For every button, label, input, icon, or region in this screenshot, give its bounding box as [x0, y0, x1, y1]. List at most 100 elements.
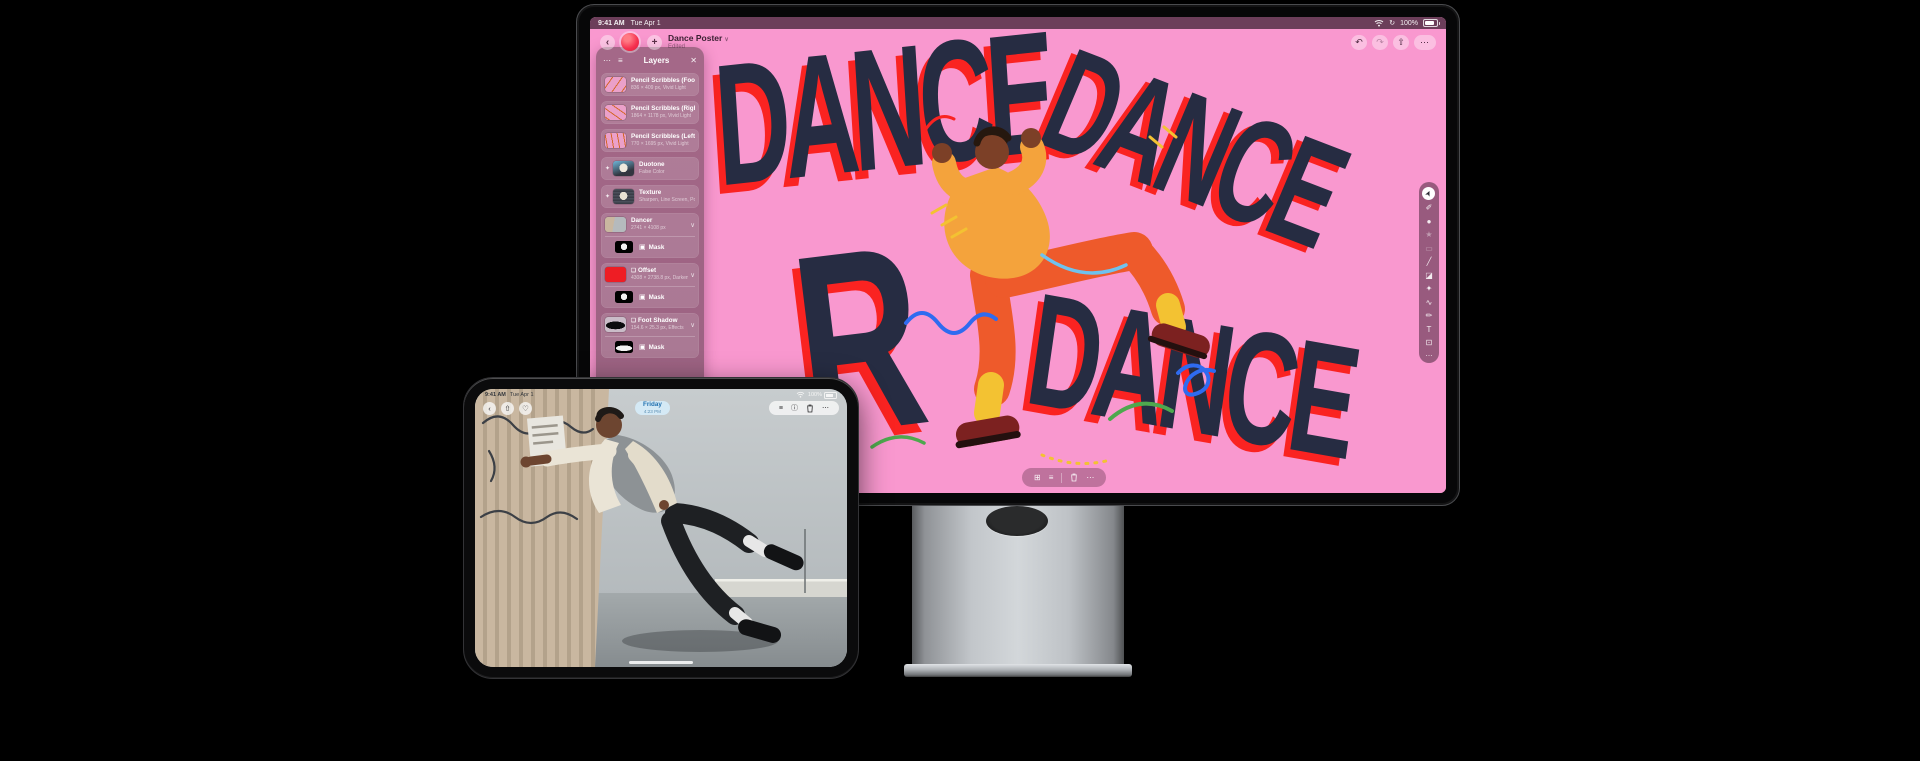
- share-button[interactable]: ⇧: [501, 402, 514, 415]
- more-icon[interactable]: ⋯: [1086, 473, 1094, 482]
- crop-tool[interactable]: ⊡: [1422, 336, 1436, 350]
- mask-row[interactable]: ▣ Mask: [605, 286, 695, 304]
- highlight-tool[interactable]: ✦: [1422, 282, 1436, 296]
- layer-name: Offset: [638, 267, 656, 274]
- more-button[interactable]: ⋯: [1414, 35, 1436, 50]
- layer-row[interactable]: Pencil Scribbles (Right) 1864 × 1178 px,…: [601, 101, 699, 124]
- new-document-button[interactable]: +: [647, 35, 662, 50]
- layer-row[interactable]: Pencil Scribbles (Left) 770 × 1695 px, V…: [601, 129, 699, 152]
- canvas-toolbar: ⊞ ≡ ⋯: [1022, 468, 1106, 487]
- layer-row[interactable]: ✦ Texture Sharpen, Line Screen, Post…: [601, 185, 699, 208]
- panel-more-icon[interactable]: ⋯: [603, 56, 611, 65]
- heart-icon: ♡: [522, 404, 529, 413]
- mask-label: Mask: [649, 294, 665, 301]
- layer-name: Pencil Scribbles (Right): [631, 105, 695, 112]
- share-button[interactable]: ⇧: [1393, 35, 1409, 50]
- layer-meta: 770 × 1695 px, Vivid Light: [631, 141, 695, 147]
- mask-thumbnail[interactable]: [615, 291, 633, 303]
- move-tool[interactable]: ➤: [1422, 187, 1435, 200]
- adjustments-icon[interactable]: ≡: [1049, 473, 1054, 482]
- document-title-group[interactable]: Dance Poster∨ Edited: [668, 34, 729, 50]
- clock-time: 9:41 AM: [598, 20, 625, 27]
- document-title: Dance Poster: [668, 33, 722, 43]
- layer-thumbnail[interactable]: [613, 161, 634, 176]
- display-stand-base: [904, 664, 1132, 677]
- chevron-down-icon[interactable]: ∨: [690, 221, 695, 229]
- group-icon: ❏: [631, 268, 636, 274]
- sync-icon: ↻: [1389, 19, 1395, 27]
- layer-row[interactable]: ✦ Duotone False Color: [601, 157, 699, 180]
- more-tools-icon[interactable]: ⋯: [1426, 350, 1433, 361]
- layer-row[interactable]: Pencil Scribbles (Foot) 836 × 409 px, Vi…: [601, 73, 699, 96]
- more-icon[interactable]: ⋯: [822, 404, 829, 412]
- group-icon: ❏: [631, 318, 636, 324]
- undo-button[interactable]: ↶: [1351, 35, 1367, 50]
- rect-shape-tool[interactable]: ▭: [1422, 242, 1436, 256]
- layer-name: Dancer: [631, 217, 652, 224]
- text-tool[interactable]: T: [1422, 323, 1436, 337]
- back-icon: ‹: [606, 37, 609, 48]
- trash-icon[interactable]: [806, 404, 814, 413]
- back-button[interactable]: ‹: [483, 402, 496, 415]
- layer-thumbnail[interactable]: [613, 189, 634, 204]
- share-icon: ⇧: [1397, 37, 1405, 48]
- layer-meta: 4308 × 2738.8 px, Darken: [631, 275, 688, 281]
- eraser-tool[interactable]: ◪: [1422, 269, 1436, 283]
- layer-row[interactable]: Dancer 2741 × 4108 px ∨ ▣ Mask: [601, 213, 699, 258]
- layer-meta: 1864 × 1178 px, Vivid Light: [631, 113, 695, 119]
- layer-name: Pencil Scribbles (Left): [631, 133, 695, 140]
- ipad: 9:41 AM Tue Apr 1 100% ‹ ⇧ ♡ Friday: [463, 377, 859, 679]
- layer-meta: 2741 × 4108 px: [631, 225, 688, 231]
- layer-thumbnail[interactable]: [605, 217, 626, 232]
- brush-tool[interactable]: ✐: [1422, 201, 1436, 215]
- adjustments-icon[interactable]: ≡: [779, 405, 783, 412]
- mask-checkbox-icon[interactable]: ▣: [639, 293, 646, 301]
- layer-thumbnail[interactable]: [605, 317, 626, 332]
- layer-meta: Sharpen, Line Screen, Post…: [639, 197, 695, 203]
- ipad-clock-date: Tue Apr 1: [510, 392, 534, 398]
- layer-row[interactable]: ❏Offset 4308 × 2738.8 px, Darken ∨ ▣ Mas…: [601, 263, 699, 308]
- app-icon[interactable]: [621, 33, 639, 51]
- ipad-photo-toolbar: ‹ ⇧ ♡ Friday 4:23 PM ≡ ⓘ ⋯: [483, 400, 839, 416]
- clock-date: Tue Apr 1: [631, 20, 661, 27]
- dancer-photo[interactable]: [475, 389, 847, 667]
- layer-thumbnail[interactable]: [605, 77, 626, 92]
- layer-meta: 836 × 409 px, Vivid Light: [631, 85, 695, 91]
- duplicate-icon[interactable]: ⊞: [1034, 473, 1041, 482]
- mask-checkbox-icon[interactable]: ▣: [639, 243, 646, 251]
- favorite-button[interactable]: ♡: [519, 402, 532, 415]
- line-tool[interactable]: ╱: [1422, 255, 1436, 269]
- layer-thumbnail[interactable]: [605, 105, 626, 120]
- layer-name: Pencil Scribbles (Foot): [631, 77, 695, 84]
- pencil-tool[interactable]: ✏: [1422, 309, 1436, 323]
- layer-row[interactable]: ❏Foot Shadow 154.6 × 25.3 px, Effects ∨ …: [601, 313, 699, 358]
- back-button[interactable]: ‹: [600, 35, 615, 50]
- layers-list: Pencil Scribbles (Foot) 836 × 409 px, Vi…: [601, 73, 699, 358]
- mask-thumbnail[interactable]: [615, 341, 633, 353]
- mask-thumbnail[interactable]: [615, 241, 633, 253]
- plus-icon: +: [652, 37, 658, 48]
- mask-label: Mask: [649, 244, 665, 251]
- document-status: Edited: [668, 44, 729, 50]
- mask-checkbox-icon[interactable]: ▣: [639, 343, 646, 351]
- close-icon[interactable]: ✕: [690, 56, 697, 65]
- layer-thumbnail[interactable]: [605, 133, 626, 148]
- chevron-down-icon[interactable]: ∨: [690, 321, 695, 329]
- home-indicator[interactable]: [629, 661, 693, 664]
- layer-meta: False Color: [639, 169, 695, 175]
- date-pill[interactable]: Friday 4:23 PM: [635, 401, 670, 416]
- toolbar-divider: [1061, 473, 1062, 483]
- info-icon[interactable]: ⓘ: [791, 403, 798, 413]
- trash-icon[interactable]: [1070, 473, 1078, 482]
- mask-row[interactable]: ▣ Mask: [605, 336, 695, 354]
- ipados-menu-bar: 9:41 AM Tue Apr 1 ↻ 100%: [590, 17, 1446, 29]
- mask-row[interactable]: ▣ Mask: [605, 236, 695, 254]
- paint-tool[interactable]: ●: [1422, 215, 1436, 229]
- layer-thumbnail[interactable]: [605, 267, 626, 282]
- ipad-screen: 9:41 AM Tue Apr 1 100% ‹ ⇧ ♡ Friday: [475, 389, 847, 667]
- star-shape-tool[interactable]: ★: [1422, 228, 1436, 242]
- redo-button[interactable]: ↷: [1372, 35, 1388, 50]
- smudge-tool[interactable]: ∿: [1422, 296, 1436, 310]
- chevron-down-icon[interactable]: ∨: [690, 271, 695, 279]
- undo-icon: ↶: [1355, 37, 1363, 48]
